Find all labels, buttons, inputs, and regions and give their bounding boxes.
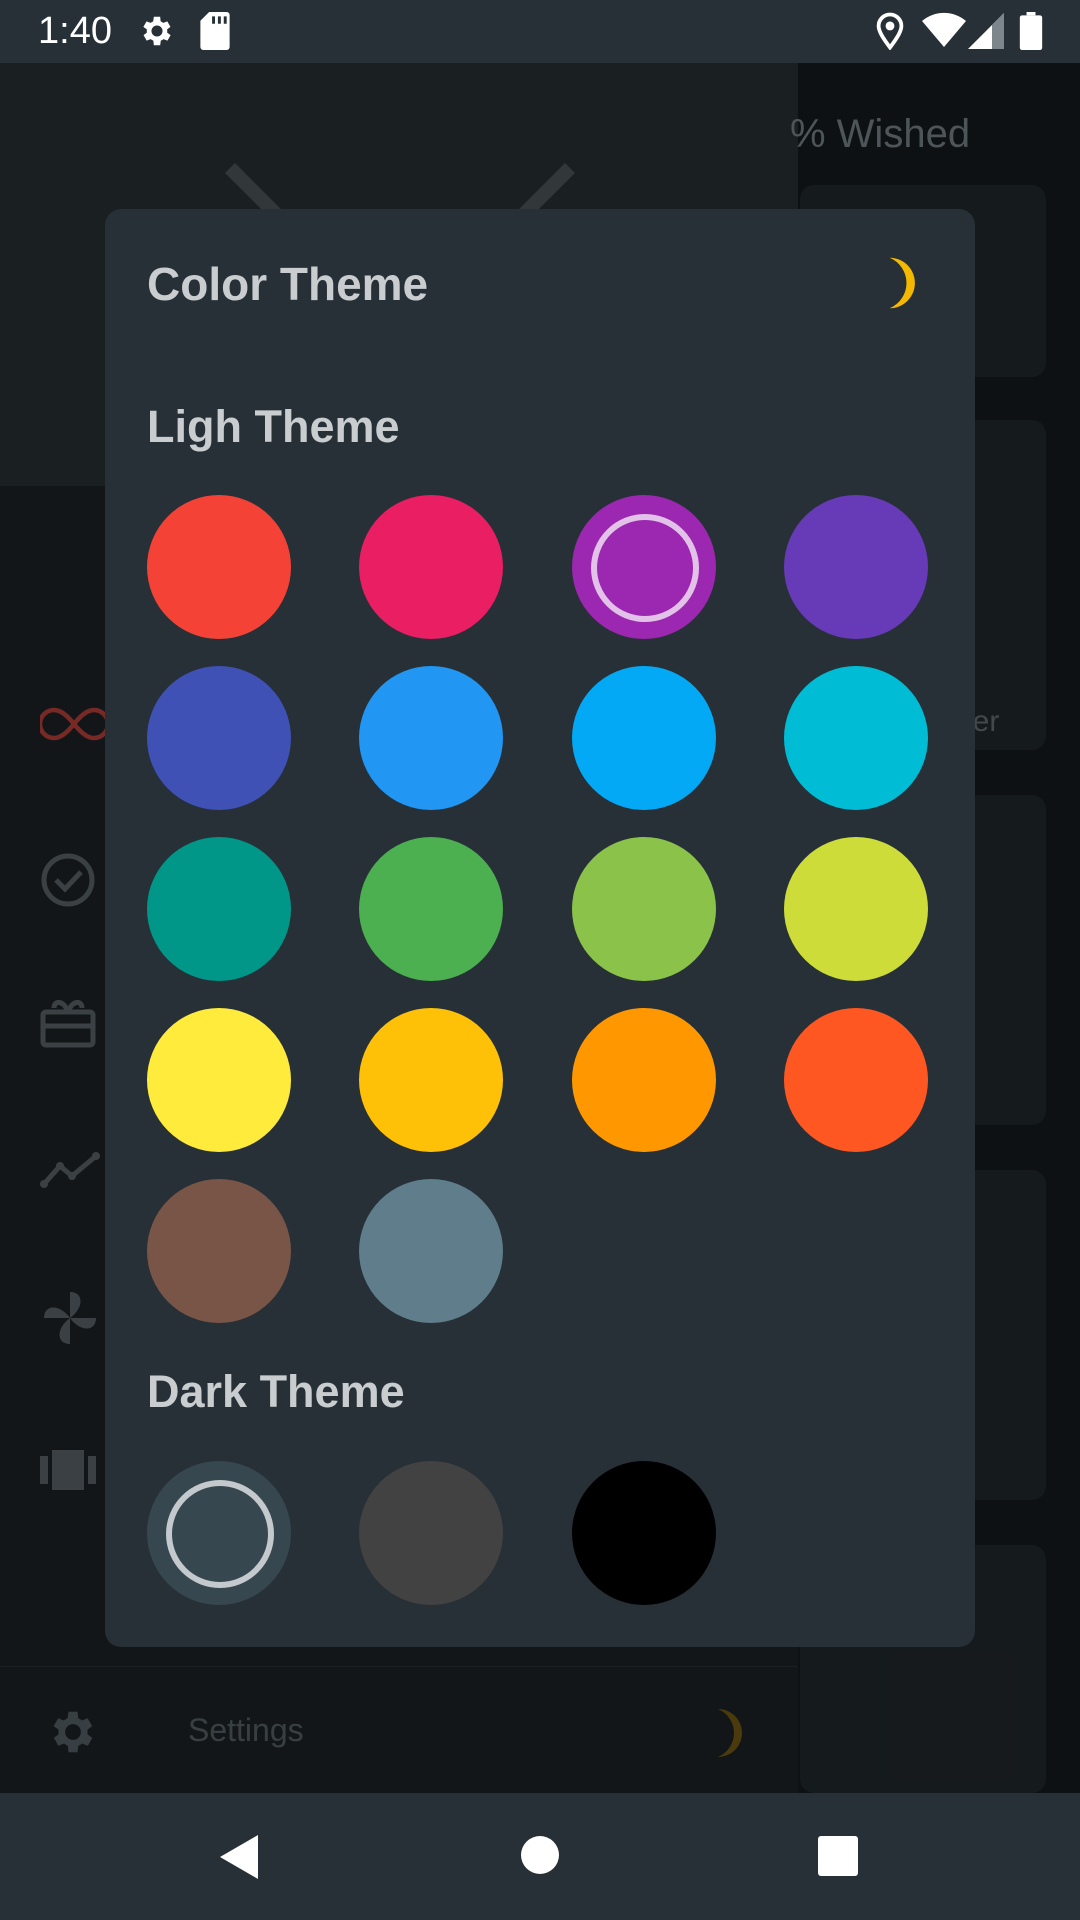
status-bar: 1:40 xyxy=(0,0,1080,63)
recents-icon[interactable] xyxy=(818,1836,858,1876)
swatch-amber[interactable] xyxy=(359,1008,503,1152)
swatch-cyan[interactable] xyxy=(784,666,928,810)
color-theme-dialog: Color Theme Ligh Theme Dark Theme xyxy=(105,209,975,1647)
signal-icon xyxy=(968,13,1004,49)
swatch-teal[interactable] xyxy=(147,837,291,981)
selected-ring xyxy=(166,1480,274,1588)
home-icon[interactable] xyxy=(520,1835,560,1875)
dark-theme-title: Dark Theme xyxy=(147,1366,405,1417)
battery-icon xyxy=(1019,12,1043,50)
moon-icon[interactable] xyxy=(877,255,917,311)
swatch-deep-purple[interactable] xyxy=(784,495,928,639)
swatch-green[interactable] xyxy=(359,837,503,981)
wifi-icon xyxy=(922,12,966,47)
swatch-orange[interactable] xyxy=(572,1008,716,1152)
selected-ring xyxy=(591,514,699,622)
swatch-black[interactable] xyxy=(572,1461,716,1605)
back-icon[interactable] xyxy=(216,1833,260,1881)
location-icon xyxy=(876,12,904,50)
swatch-brown[interactable] xyxy=(147,1179,291,1323)
dialog-title: Color Theme xyxy=(147,258,429,310)
swatch-pink[interactable] xyxy=(359,495,503,639)
swatch-purple[interactable] xyxy=(572,495,716,639)
status-time: 1:40 xyxy=(38,10,112,52)
swatch-blue[interactable] xyxy=(359,666,503,810)
sd-card-icon xyxy=(200,12,230,50)
swatch-red[interactable] xyxy=(147,495,291,639)
swatch-deep-orange[interactable] xyxy=(784,1008,928,1152)
swatch-blue-grey[interactable] xyxy=(359,1179,503,1323)
swatch-light-blue[interactable] xyxy=(572,666,716,810)
swatch-dark-grey[interactable] xyxy=(359,1461,503,1605)
swatch-dark-slate[interactable] xyxy=(147,1461,291,1605)
swatch-yellow[interactable] xyxy=(147,1008,291,1152)
light-theme-title: Ligh Theme xyxy=(147,401,400,452)
settings-icon xyxy=(143,16,171,46)
swatch-light-green[interactable] xyxy=(572,837,716,981)
navigation-bar xyxy=(0,1793,1080,1920)
swatch-lime[interactable] xyxy=(784,837,928,981)
swatch-indigo[interactable] xyxy=(147,666,291,810)
